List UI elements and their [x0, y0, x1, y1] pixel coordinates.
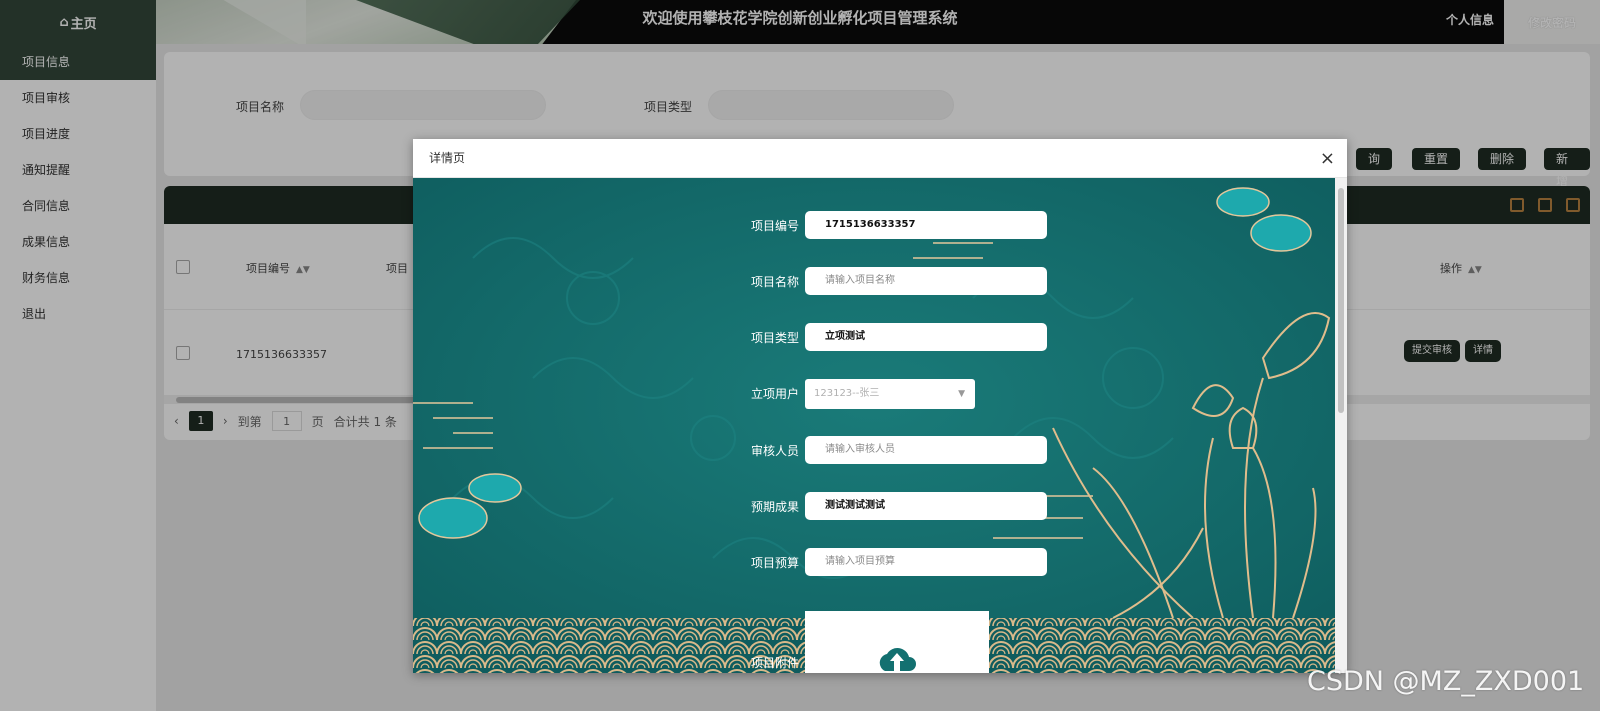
form-row-project-type: 项目类型 立项测试: [413, 323, 1335, 353]
upload-cloud-icon: [879, 648, 916, 671]
attachment-upload[interactable]: [805, 611, 989, 673]
project-code-input[interactable]: 1715136633357: [805, 211, 1047, 239]
form-row-budget: 项目预算 请输入项目预算: [413, 548, 1335, 578]
reviewer-label: 审核人员: [750, 444, 799, 458]
form-row-project-name: 项目名称 请输入项目名称: [413, 267, 1335, 297]
close-icon[interactable]: ×: [1320, 139, 1335, 178]
detail-dialog: 详情页 × 项目编号 1715136633357 项目名称 请输入项目名称 项目…: [413, 139, 1347, 673]
project-name-label: 项目名称: [750, 275, 799, 289]
form-row-project-user: 立项用户 123123--张三 ▼: [413, 379, 1335, 409]
expected-result-input[interactable]: 测试测试测试: [805, 492, 1047, 520]
form-row-project-code: 项目编号 1715136633357: [413, 211, 1335, 241]
watermark: CSDN @MZ_ZXD001: [1307, 666, 1585, 697]
dialog-title: 详情页: [429, 151, 466, 165]
project-user-value: 123123--张三: [814, 388, 880, 399]
decorative-background: [413, 178, 1335, 673]
attachment-label: 项目附件: [750, 656, 799, 670]
budget-label: 项目预算: [750, 556, 799, 570]
expected-result-label: 预期成果: [750, 500, 799, 514]
project-user-label: 立项用户: [750, 387, 799, 401]
dialog-header: 详情页 ×: [413, 139, 1347, 178]
project-user-select[interactable]: 123123--张三 ▼: [805, 379, 975, 409]
project-type-label: 项目类型: [750, 331, 799, 345]
project-code-label: 项目编号: [750, 219, 799, 233]
chevron-down-icon[interactable]: ▼: [958, 379, 965, 409]
project-type-input[interactable]: 立项测试: [805, 323, 1047, 351]
budget-input[interactable]: 请输入项目预算: [805, 548, 1047, 576]
dialog-vertical-scrollbar[interactable]: [1335, 178, 1347, 673]
form-row-expected-result: 预期成果 测试测试测试: [413, 492, 1335, 522]
project-name-input[interactable]: 请输入项目名称: [805, 267, 1047, 295]
scrollbar-thumb[interactable]: [1338, 188, 1344, 413]
reviewer-input[interactable]: 请输入审核人员: [805, 436, 1047, 464]
form-row-reviewer: 审核人员 请输入审核人员: [413, 436, 1335, 466]
dialog-body: 项目编号 1715136633357 项目名称 请输入项目名称 项目类型 立项测…: [413, 178, 1335, 673]
